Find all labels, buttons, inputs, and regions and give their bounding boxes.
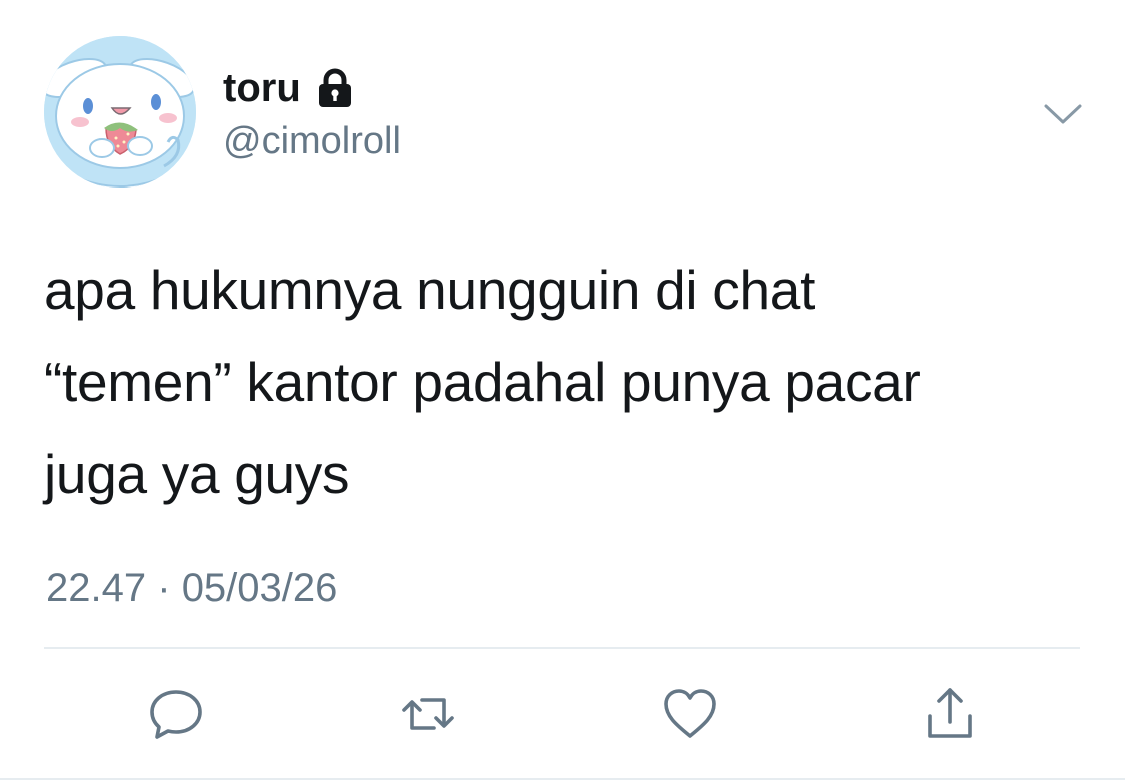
retweet-icon xyxy=(402,698,454,730)
cinnamoroll-avatar-icon xyxy=(44,36,196,188)
like-button[interactable] xyxy=(658,682,722,746)
author-name-row: toru xyxy=(223,62,355,114)
tweet-timestamp[interactable]: 22.47 · 05/03/26 xyxy=(46,562,337,614)
lock-icon xyxy=(315,67,355,109)
timestamp-separator: · xyxy=(157,566,171,610)
heart-icon xyxy=(664,689,716,738)
display-name[interactable]: toru xyxy=(223,62,301,114)
reply-button[interactable] xyxy=(144,682,208,746)
avatar[interactable] xyxy=(44,36,196,188)
retweet-button[interactable] xyxy=(396,682,460,746)
tweet-time: 22.47 xyxy=(46,566,147,610)
share-button[interactable] xyxy=(918,682,982,746)
user-handle[interactable]: @cimolroll xyxy=(223,117,401,165)
divider xyxy=(44,647,1080,649)
tweet-text: apa hukumnya nungguin di chat “temen” ka… xyxy=(44,259,921,505)
reply-icon xyxy=(150,690,202,739)
share-icon xyxy=(928,688,972,738)
tweet-date: 05/03/26 xyxy=(181,566,338,610)
more-options-button[interactable] xyxy=(1040,96,1086,132)
chevron-down-icon xyxy=(1044,104,1082,124)
bottom-divider xyxy=(0,778,1125,780)
